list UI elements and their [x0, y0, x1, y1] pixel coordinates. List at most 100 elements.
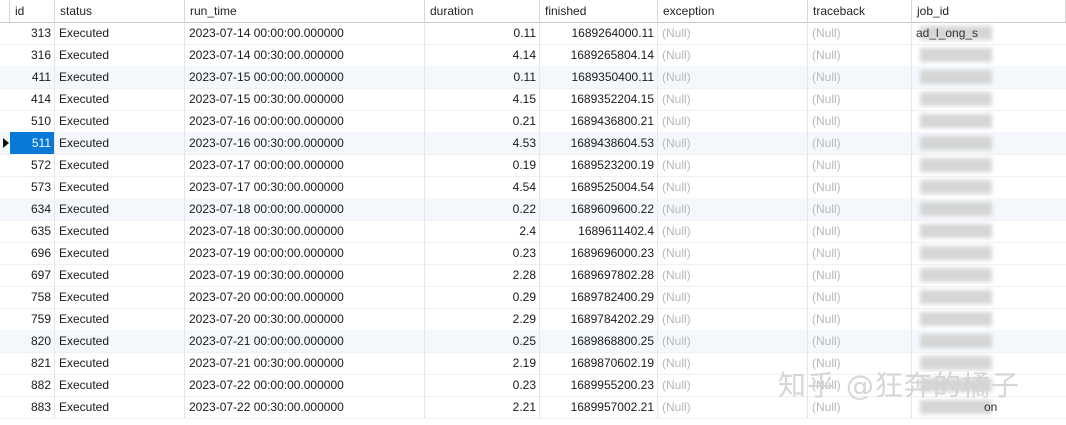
- cell-finished[interactable]: 1689697802.28: [540, 264, 658, 286]
- table-row[interactable]: 411 Executed 2023-07-15 00:00:00.000000 0.1…: [0, 66, 1066, 89]
- cell-duration[interactable]: 2.21: [425, 396, 540, 418]
- cell-id[interactable]: 635: [10, 220, 55, 242]
- cell-duration[interactable]: 4.14: [425, 44, 540, 66]
- cell-duration[interactable]: 2.19: [425, 352, 540, 374]
- cell-exception[interactable]: (Null): [658, 198, 808, 220]
- cell-finished[interactable]: 1689264000.11: [540, 22, 658, 44]
- row-indicator[interactable]: [0, 330, 10, 352]
- cell-traceback[interactable]: (Null): [808, 286, 912, 308]
- cell-id[interactable]: 511: [10, 132, 55, 154]
- cell-id[interactable]: 414: [10, 88, 55, 110]
- cell-finished[interactable]: 1689436800.21: [540, 110, 658, 132]
- row-indicator[interactable]: [0, 286, 10, 308]
- cell-traceback[interactable]: (Null): [808, 88, 912, 110]
- cell-run-time[interactable]: 2023-07-14 00:00:00.000000: [185, 22, 425, 44]
- column-header-traceback[interactable]: traceback: [808, 0, 912, 22]
- cell-exception[interactable]: (Null): [658, 220, 808, 242]
- cell-duration[interactable]: 0.19: [425, 154, 540, 176]
- cell-duration[interactable]: 0.11: [425, 22, 540, 44]
- cell-finished[interactable]: 1689957002.21: [540, 396, 658, 418]
- cell-status[interactable]: Executed: [55, 374, 185, 396]
- table-row[interactable]: 510 Executed 2023-07-16 00:00:00.000000 0.2…: [0, 110, 1066, 133]
- cell-job-id[interactable]: [912, 110, 1066, 132]
- cell-status[interactable]: Executed: [55, 220, 185, 242]
- table-row[interactable]: 635 Executed 2023-07-18 00:30:00.000000 2.4…: [0, 220, 1066, 243]
- cell-duration[interactable]: 0.22: [425, 198, 540, 220]
- cell-status[interactable]: Executed: [55, 44, 185, 66]
- cell-exception[interactable]: (Null): [658, 286, 808, 308]
- cell-duration[interactable]: 4.53: [425, 132, 540, 154]
- cell-duration[interactable]: 0.11: [425, 66, 540, 88]
- cell-run-time[interactable]: 2023-07-18 00:00:00.000000: [185, 198, 425, 220]
- cell-id[interactable]: 411: [10, 66, 55, 88]
- column-header-duration[interactable]: duration: [425, 0, 540, 22]
- cell-status[interactable]: Executed: [55, 330, 185, 352]
- cell-finished[interactable]: 1689784202.29: [540, 308, 658, 330]
- row-indicator[interactable]: [0, 264, 10, 286]
- column-header-exception[interactable]: exception: [658, 0, 808, 22]
- row-indicator[interactable]: [0, 198, 10, 220]
- cell-finished[interactable]: 1689438604.53: [540, 132, 658, 154]
- row-indicator[interactable]: [0, 88, 10, 110]
- cell-id[interactable]: 820: [10, 330, 55, 352]
- cell-status[interactable]: Executed: [55, 286, 185, 308]
- cell-exception[interactable]: (Null): [658, 44, 808, 66]
- row-indicator[interactable]: [0, 220, 10, 242]
- cell-finished[interactable]: 1689609600.22: [540, 198, 658, 220]
- cell-id[interactable]: 759: [10, 308, 55, 330]
- cell-run-time[interactable]: 2023-07-22 00:00:00.000000: [185, 374, 425, 396]
- row-indicator[interactable]: [0, 132, 10, 154]
- cell-run-time[interactable]: 2023-07-20 00:30:00.000000: [185, 308, 425, 330]
- cell-duration[interactable]: 0.21: [425, 110, 540, 132]
- cell-finished[interactable]: 1689350400.11: [540, 66, 658, 88]
- table-row[interactable]: 758 Executed 2023-07-20 00:00:00.000000 0.2…: [0, 286, 1066, 309]
- table-row[interactable]: 696 Executed 2023-07-19 00:00:00.000000 0.2…: [0, 242, 1066, 265]
- cell-id[interactable]: 696: [10, 242, 55, 264]
- row-indicator[interactable]: [0, 22, 10, 44]
- cell-status[interactable]: Executed: [55, 110, 185, 132]
- cell-id[interactable]: 573: [10, 176, 55, 198]
- cell-run-time[interactable]: 2023-07-21 00:30:00.000000: [185, 352, 425, 374]
- table-row[interactable]: 697 Executed 2023-07-19 00:30:00.000000 2.2…: [0, 264, 1066, 287]
- cell-job-id[interactable]: [912, 154, 1066, 176]
- cell-job-id[interactable]: [912, 308, 1066, 330]
- cell-duration[interactable]: 0.23: [425, 242, 540, 264]
- cell-run-time[interactable]: 2023-07-19 00:30:00.000000: [185, 264, 425, 286]
- cell-exception[interactable]: (Null): [658, 132, 808, 154]
- cell-finished[interactable]: 1689696000.23: [540, 242, 658, 264]
- column-header-job-id[interactable]: job_id: [912, 0, 1066, 22]
- cell-finished[interactable]: 1689868800.25: [540, 330, 658, 352]
- cell-run-time[interactable]: 2023-07-16 00:00:00.000000: [185, 110, 425, 132]
- cell-traceback[interactable]: (Null): [808, 198, 912, 220]
- cell-finished[interactable]: 1689352204.15: [540, 88, 658, 110]
- cell-job-id[interactable]: [912, 66, 1066, 88]
- cell-traceback[interactable]: (Null): [808, 242, 912, 264]
- cell-finished[interactable]: 1689782400.29: [540, 286, 658, 308]
- cell-job-id[interactable]: [912, 198, 1066, 220]
- cell-finished[interactable]: 1689265804.14: [540, 44, 658, 66]
- row-indicator[interactable]: [0, 396, 10, 418]
- cell-id[interactable]: 697: [10, 264, 55, 286]
- cell-run-time[interactable]: 2023-07-18 00:30:00.000000: [185, 220, 425, 242]
- cell-traceback[interactable]: (Null): [808, 154, 912, 176]
- cell-run-time[interactable]: 2023-07-21 00:00:00.000000: [185, 330, 425, 352]
- column-header-id[interactable]: id: [10, 0, 55, 22]
- cell-duration[interactable]: 4.15: [425, 88, 540, 110]
- cell-traceback[interactable]: (Null): [808, 264, 912, 286]
- row-indicator[interactable]: [0, 66, 10, 88]
- cell-exception[interactable]: (Null): [658, 330, 808, 352]
- cell-traceback[interactable]: (Null): [808, 132, 912, 154]
- cell-run-time[interactable]: 2023-07-22 00:30:00.000000: [185, 396, 425, 418]
- cell-status[interactable]: Executed: [55, 154, 185, 176]
- cell-duration[interactable]: 2.29: [425, 308, 540, 330]
- cell-id[interactable]: 883: [10, 396, 55, 418]
- row-indicator[interactable]: [0, 176, 10, 198]
- cell-duration[interactable]: 0.25: [425, 330, 540, 352]
- cell-id[interactable]: 316: [10, 44, 55, 66]
- cell-status[interactable]: Executed: [55, 242, 185, 264]
- cell-finished[interactable]: 1689523200.19: [540, 154, 658, 176]
- cell-id[interactable]: 572: [10, 154, 55, 176]
- cell-duration[interactable]: 0.23: [425, 374, 540, 396]
- cell-id[interactable]: 510: [10, 110, 55, 132]
- cell-status[interactable]: Executed: [55, 264, 185, 286]
